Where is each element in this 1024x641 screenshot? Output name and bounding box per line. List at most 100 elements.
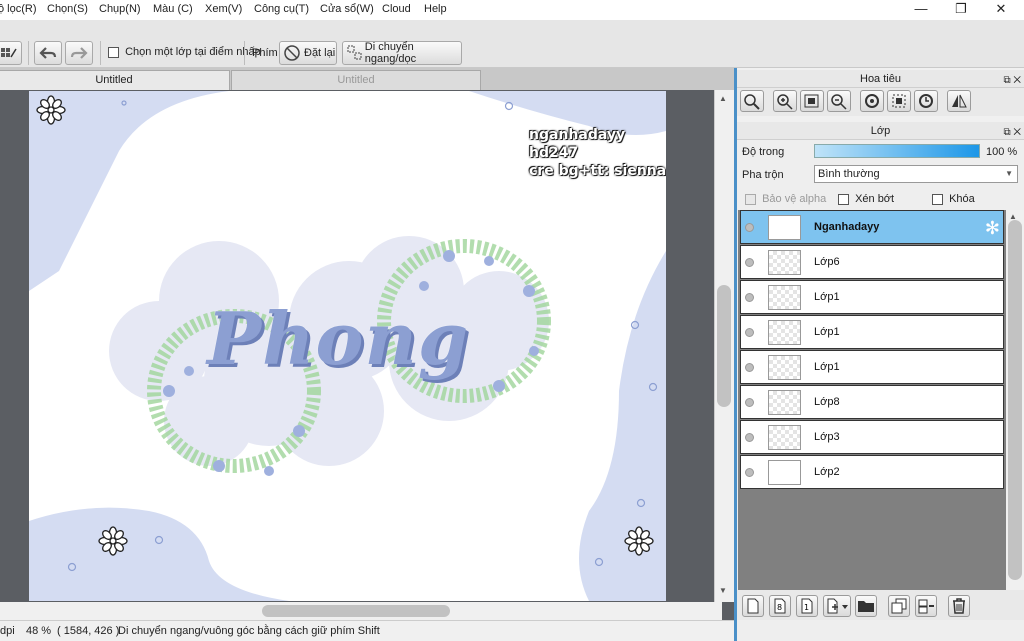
navigator-title: Hoa tiêu <box>860 73 901 85</box>
magnifier-icon <box>744 94 760 110</box>
layer-row[interactable]: Nganhadayy ✻ <box>740 210 1004 244</box>
new-layer-button[interactable] <box>742 595 764 617</box>
close-panel-icon[interactable]: ✕ <box>1013 75 1021 86</box>
layer-visibility-dot[interactable] <box>745 433 754 442</box>
canvas-vertical-scrollbar[interactable]: ▲ ▼ <box>714 90 734 602</box>
close-window-button[interactable]: ✕ <box>980 0 1022 20</box>
grid-icon <box>1 48 17 58</box>
layer-row[interactable]: Lớp8 <box>740 385 1004 419</box>
delete-layer-button[interactable] <box>948 595 970 617</box>
menu-capture[interactable]: Chụp(N) <box>99 3 141 15</box>
grid-tool-button[interactable] <box>0 41 22 65</box>
drawing-canvas[interactable]: nganhadayy hd247 cre bg+tt: sienna Phong <box>29 91 666 601</box>
select-layer-at-click-option[interactable]: Chọn một lớp tại điểm nhấp <box>108 46 261 58</box>
layer-thumbnail <box>768 320 801 345</box>
merge-layer-button[interactable] <box>915 595 937 617</box>
scroll-up-icon[interactable]: ▲ <box>719 94 727 103</box>
protect-alpha-option[interactable]: Bảo vệ alpha <box>745 193 826 205</box>
layer-visibility-dot[interactable] <box>745 258 754 267</box>
menu-filter[interactable]: ộ lọc(R) <box>0 3 37 15</box>
select-layer-checkbox[interactable] <box>108 46 119 58</box>
protect-alpha-checkbox[interactable] <box>745 193 756 205</box>
undo-icon <box>39 47 57 59</box>
restore-button[interactable]: ❐ <box>940 0 982 20</box>
rotate-right-icon <box>919 94 933 108</box>
layer-row[interactable]: Lớp3 <box>740 420 1004 454</box>
new-1bit-layer-button[interactable]: 1 <box>796 595 818 617</box>
layer-visibility-dot[interactable] <box>745 468 754 477</box>
layer-row[interactable]: Lớp6 <box>740 245 1004 279</box>
opacity-slider[interactable] <box>814 144 980 158</box>
clipping-checkbox[interactable] <box>838 193 849 205</box>
credit-text: nganhadayy hd247 cre bg+tt: sienna <box>529 126 666 180</box>
reset-rotation-button[interactable] <box>887 90 911 112</box>
menu-color[interactable]: Màu (C) <box>153 3 193 15</box>
horizontal-scroll-thumb[interactable] <box>262 605 450 617</box>
move-horizontal-vertical-button[interactable]: Di chuyển ngang/dọc <box>342 41 462 65</box>
float-panel-icon[interactable]: ⧉ <box>1003 75 1010 86</box>
menu-cloud[interactable]: Cloud <box>382 3 411 15</box>
blend-mode-value: Bình thường <box>818 168 880 180</box>
layer-visibility-dot[interactable] <box>745 328 754 337</box>
layer-visibility-dot[interactable] <box>745 398 754 407</box>
layer-row[interactable]: Lớp1 <box>740 315 1004 349</box>
rotate-right-button[interactable] <box>914 90 938 112</box>
layer-thumbnail <box>768 425 801 450</box>
layer-visibility-dot[interactable] <box>745 363 754 372</box>
layer-row[interactable]: Lớp1 <box>740 280 1004 314</box>
layer-visibility-dot[interactable] <box>745 293 754 302</box>
blend-mode-select[interactable]: Bình thường ▼ <box>814 165 1018 183</box>
menu-view[interactable]: Xem(V) <box>205 3 242 15</box>
page-8-icon: 8 <box>774 598 786 614</box>
credit-line-3: cre bg+tt: sienna <box>529 163 666 179</box>
toolbar-separator <box>100 41 101 65</box>
flip-icon <box>952 94 967 108</box>
tab-untitled[interactable]: Untitled <box>231 70 481 90</box>
reset-button[interactable]: Đặt lại <box>279 41 337 65</box>
lock-checkbox[interactable] <box>932 193 943 205</box>
duplicate-layer-button[interactable] <box>888 595 910 617</box>
gear-icon[interactable]: ✻ <box>985 218 1000 239</box>
layer-thumbnail <box>768 285 801 310</box>
canvas-horizontal-scrollbar[interactable] <box>0 602 722 620</box>
menu-window[interactable]: Cửa sổ(W) <box>320 3 374 15</box>
clipping-option[interactable]: Xén bớt <box>838 193 894 205</box>
merge-icon <box>918 599 934 614</box>
add-layer-menu-button[interactable] <box>823 595 851 617</box>
undo-button[interactable] <box>34 41 62 65</box>
layer-name: Lớp6 <box>814 256 840 268</box>
zoom-out-button[interactable] <box>827 90 851 112</box>
fit-window-button[interactable] <box>800 90 824 112</box>
rotate-left-button[interactable] <box>860 90 884 112</box>
layer-visibility-dot[interactable] <box>745 223 754 232</box>
new-page-icon <box>747 598 759 614</box>
layer-row[interactable]: Lớp2 <box>740 455 1004 489</box>
protect-alpha-label: Bảo vệ alpha <box>762 193 827 206</box>
layer-list-scrollbar[interactable]: ▲ <box>1006 210 1024 590</box>
minimize-button[interactable]: — <box>900 0 942 20</box>
new-folder-button[interactable] <box>855 595 877 617</box>
layers-header: Lớp ⧉ ✕ <box>737 122 1024 140</box>
chevron-down-icon: ▼ <box>1005 169 1013 178</box>
tab-untitled-active[interactable]: Untitled <box>0 70 230 90</box>
zoom-actual-button[interactable] <box>740 90 764 112</box>
layer-name: Lớp3 <box>814 431 840 443</box>
status-zoom: 48 % <box>26 625 52 637</box>
credit-line-1: nganhadayy <box>529 127 626 143</box>
layer-row[interactable]: Lớp1 <box>740 350 1004 384</box>
layer-scroll-thumb[interactable] <box>1008 220 1022 580</box>
menu-help[interactable]: Help <box>424 3 447 15</box>
menu-tools[interactable]: Công cụ(T) <box>254 3 309 15</box>
blend-mode-label: Pha trộn <box>742 169 784 181</box>
zoom-in-button[interactable] <box>773 90 797 112</box>
scroll-down-icon[interactable]: ▼ <box>719 586 727 595</box>
close-panel-icon[interactable]: ✕ <box>1013 127 1021 138</box>
lock-option[interactable]: Khóa <box>932 193 975 205</box>
redo-button[interactable] <box>65 41 93 65</box>
flip-horizontal-button[interactable] <box>947 90 971 112</box>
float-panel-icon[interactable]: ⧉ <box>1003 127 1010 138</box>
menu-select[interactable]: Chọn(S) <box>47 3 88 15</box>
document-tabs: Untitled Untitled <box>0 68 735 90</box>
new-8bit-layer-button[interactable]: 8 <box>769 595 791 617</box>
vertical-scroll-thumb[interactable] <box>717 285 731 407</box>
